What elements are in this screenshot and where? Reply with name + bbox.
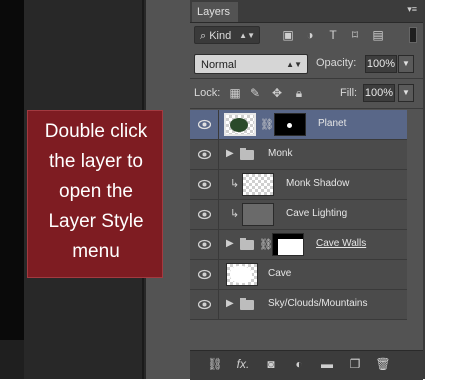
smart-object-filter-icon[interactable]: ▤ <box>370 27 386 43</box>
lock-label: Lock: <box>194 87 221 99</box>
visibility-eye-icon[interactable] <box>198 209 211 220</box>
mask-thumbnail[interactable] <box>272 233 304 256</box>
callout-line: Double click <box>44 121 148 142</box>
shape-filter-icon[interactable]: ⌑ <box>347 27 363 43</box>
select-arrows-icon: ▲▼ <box>286 60 302 69</box>
canvas-edge <box>0 0 24 340</box>
layer-name[interactable]: Monk Shadow <box>286 178 349 189</box>
visibility-eye-icon[interactable] <box>198 179 211 190</box>
callout-line: Layer Style <box>48 211 144 232</box>
layer-name[interactable]: Cave <box>268 268 291 279</box>
clipping-mask-icon: ↳ <box>230 178 240 190</box>
thumbnail-content <box>230 266 252 283</box>
panel-border <box>423 0 425 379</box>
row-divider <box>218 110 219 139</box>
opacity-input[interactable]: 100% <box>365 55 397 73</box>
opacity-label: Opacity: <box>316 57 357 69</box>
layer-name[interactable]: Planet <box>318 118 346 129</box>
layer-row-cave-lighting[interactable]: ↳ Cave Lighting <box>190 200 407 230</box>
folder-icon <box>240 238 254 250</box>
layer-row-planet[interactable]: ⛓ Planet <box>190 110 407 140</box>
photoshop-screenshot: Layers ▾≡ ⌕ Kind ▲▼ ▣ ◑ T ⌑ ▤ Normal ▲▼ … <box>0 0 450 380</box>
row-divider <box>218 290 219 319</box>
layer-thumbnail[interactable] <box>242 173 274 196</box>
layer-row-monk[interactable]: ▶ Monk <box>190 140 407 170</box>
expand-arrow-icon[interactable]: ▶ <box>226 148 234 159</box>
row-divider <box>218 260 219 289</box>
callout-line: open the <box>59 181 133 202</box>
link-layers-icon[interactable]: ⛓ <box>206 357 224 371</box>
tab-layers[interactable]: Layers <box>192 2 238 22</box>
thumbnail-content <box>230 118 248 132</box>
visibility-eye-icon[interactable] <box>198 239 211 250</box>
expand-arrow-icon[interactable]: ▶ <box>226 298 234 309</box>
layer-row-monk-shadow[interactable]: ↳ Monk Shadow <box>190 170 407 200</box>
select-arrows-icon: ▲▼ <box>239 31 255 40</box>
callout-text: Double click the layer to open the Layer… <box>28 117 164 267</box>
mask-content <box>273 234 278 255</box>
clipping-mask-icon: ↳ <box>230 208 240 220</box>
lock-brush-icon[interactable]: ✎ <box>248 86 262 100</box>
new-group-icon[interactable]: ▬ <box>318 357 336 371</box>
layer-name[interactable]: Sky/Clouds/Mountains <box>268 298 368 309</box>
search-icon: ⌕ <box>200 30 210 42</box>
adjustment-layer-icon[interactable]: ◐ <box>290 357 308 371</box>
folder-icon <box>240 148 254 160</box>
fill-input[interactable]: 100% <box>363 84 395 102</box>
callout-line: menu <box>72 241 120 262</box>
divider <box>190 108 423 109</box>
layer-row-cave[interactable]: Cave <box>190 260 407 290</box>
expand-arrow-icon[interactable]: ▶ <box>226 238 234 249</box>
layer-row-cave-walls[interactable]: ▶ ⛓ Cave Walls <box>190 230 407 260</box>
lock-transparency-icon[interactable]: ▦ <box>228 86 242 100</box>
visibility-eye-icon[interactable] <box>198 119 211 130</box>
link-icon[interactable]: ⛓ <box>260 118 274 131</box>
blend-opacity-row: Normal ▲▼ Opacity: 100% ▼ <box>190 52 423 76</box>
lock-move-icon[interactable]: ✥ <box>270 86 284 100</box>
delete-layer-icon[interactable]: 🗑︎ <box>374 357 392 371</box>
kind-label: Kind <box>209 30 232 42</box>
fx-icon[interactable]: fx. <box>234 357 252 371</box>
kind-filter-select[interactable]: ⌕ Kind ▲▼ <box>194 26 260 44</box>
visibility-eye-icon[interactable] <box>198 269 211 280</box>
image-filter-icon[interactable]: ▣ <box>280 27 296 43</box>
fill-label: Fill: <box>340 87 358 99</box>
folder-icon <box>240 298 254 310</box>
row-divider <box>218 140 219 169</box>
layer-row-sky-clouds-mountains[interactable]: ▶ Sky/Clouds/Mountains <box>190 290 407 320</box>
layers-panel-tabbar: Layers ▾≡ <box>190 0 423 23</box>
divider <box>190 78 423 79</box>
instruction-callout: Double click the layer to open the Layer… <box>27 110 163 278</box>
layer-name[interactable]: Monk <box>268 148 292 159</box>
fill-dropdown-icon[interactable]: ▼ <box>398 84 414 102</box>
layer-name[interactable]: Cave Walls <box>316 238 366 249</box>
panel-menu-icon[interactable]: ▾≡ <box>407 4 417 15</box>
row-divider <box>218 230 219 259</box>
adjustment-filter-icon[interactable]: ◑ <box>302 27 318 43</box>
mask-thumbnail[interactable] <box>274 113 306 136</box>
row-divider <box>218 170 219 199</box>
row-divider <box>218 200 219 229</box>
blend-mode-select[interactable]: Normal ▲▼ <box>194 54 308 74</box>
visibility-eye-icon[interactable] <box>198 299 211 310</box>
add-mask-icon[interactable]: ◙ <box>262 357 280 371</box>
callout-line: the layer to <box>49 151 143 172</box>
visibility-eye-icon[interactable] <box>198 149 211 160</box>
layer-thumbnail[interactable] <box>226 263 258 286</box>
layer-name[interactable]: Cave Lighting <box>286 208 347 219</box>
layers-bottom-toolbar: ⛓ fx. ◙ ◐ ▬ ❐ 🗑︎ <box>190 350 423 380</box>
layer-thumbnail[interactable] <box>224 113 256 136</box>
link-icon[interactable]: ⛓ <box>259 238 273 251</box>
lock-all-icon[interactable]: 🔒︎ <box>292 86 306 100</box>
mask-content <box>287 123 292 128</box>
filter-toggle-switch[interactable] <box>409 27 417 43</box>
layer-thumbnail[interactable] <box>242 203 274 226</box>
lock-fill-row: Lock: ▦ ✎ ✥ 🔒︎ Fill: 100% ▼ <box>190 81 423 105</box>
blend-mode-value: Normal <box>201 59 237 71</box>
type-filter-icon[interactable]: T <box>325 27 341 43</box>
layer-filter-row: ⌕ Kind ▲▼ ▣ ◑ T ⌑ ▤ <box>190 24 423 48</box>
new-layer-icon[interactable]: ❐ <box>346 357 364 371</box>
opacity-dropdown-icon[interactable]: ▼ <box>398 55 414 73</box>
